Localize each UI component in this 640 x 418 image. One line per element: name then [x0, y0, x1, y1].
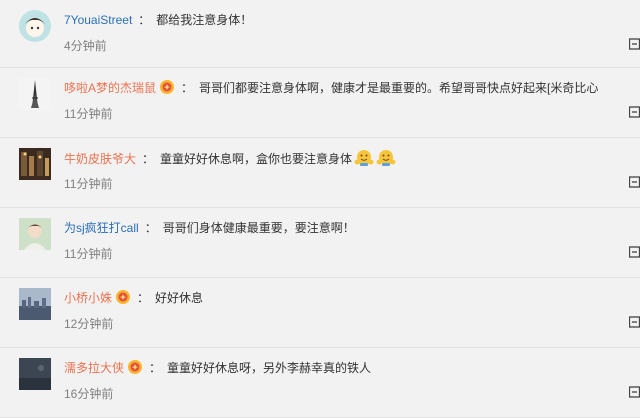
reply-icon[interactable] [629, 176, 640, 188]
comment-item: 哆啦A梦的杰瑞鼠 ： 哥哥们都要注意身体啊，健康才是最重要的。希望哥哥快点好起来[米… [0, 68, 640, 138]
comment-time: 4分钟前 [64, 39, 107, 53]
comment-text: 童童好好休息呀，另外李赫幸真的铁人 [167, 361, 372, 375]
avatar[interactable] [19, 10, 51, 42]
comment-username[interactable]: 7YouaiStreet [64, 13, 132, 27]
comment-username[interactable]: 哆啦A梦的杰瑞鼠 [64, 81, 156, 95]
comment-text: 哥哥们都要注意身体啊，健康才是最重要的。希望哥哥快点好起来[米奇比心 [199, 81, 599, 95]
comment-text: 哥哥们身体健康最重要，要注意啊！ [162, 221, 355, 235]
colon: ： [144, 221, 157, 235]
comment-item: 7YouaiStreet ： 都给我注意身体！ 4分钟前 [0, 0, 640, 68]
comment-time: 16分钟前 [64, 387, 114, 401]
comment-text: 童童好好休息啊，盒你也要注意身体 [160, 152, 353, 166]
comment-item: 小桥小姝 ： 好好休息 12分钟前 [0, 278, 640, 348]
comment-text: 都给我注意身体！ [156, 13, 253, 27]
comment-text: 好好休息 [155, 291, 204, 305]
avatar[interactable] [19, 358, 51, 390]
comment-item: 牛奶皮肤爷大 ： 童童好好休息啊，盒你也要注意身体 11分钟前 [0, 138, 640, 208]
medal-icon [116, 290, 131, 304]
reply-icon[interactable] [629, 106, 640, 118]
comment-item: 为sj疯狂打call ： 哥哥们身体健康最重要，要注意啊！ 11分钟前 [0, 208, 640, 278]
comment-time: 11分钟前 [64, 177, 113, 191]
comment-username[interactable]: 为sj疯狂打call [64, 221, 139, 235]
colon: ： [181, 81, 194, 95]
reply-icon[interactable] [629, 316, 640, 328]
reply-icon[interactable] [629, 38, 640, 50]
colon: ： [142, 152, 155, 166]
comment-time: 12分钟前 [64, 317, 114, 331]
medal-icon [160, 80, 175, 94]
avatar[interactable] [19, 78, 51, 110]
comment-username[interactable]: 濡多拉大侠 [64, 361, 124, 375]
reply-icon[interactable] [629, 246, 640, 258]
hug-emoji-icon [354, 150, 374, 166]
comment-username[interactable]: 牛奶皮肤爷大 [64, 152, 136, 166]
colon: ： [149, 361, 162, 375]
comment-list: 7YouaiStreet ： 都给我注意身体！ 4分钟前 哆啦A梦的杰瑞鼠 ： 哥哥们都… [0, 0, 640, 418]
comment-time: 11分钟前 [64, 107, 113, 121]
avatar[interactable] [19, 148, 51, 180]
avatar[interactable] [19, 218, 51, 250]
medal-icon [128, 360, 143, 374]
comment-item: 濡多拉大侠 ： 童童好好休息呀，另外李赫幸真的铁人 16分钟前 [0, 348, 640, 418]
comment-time: 11分钟前 [64, 247, 113, 261]
colon: ： [138, 13, 151, 27]
avatar[interactable] [19, 288, 51, 320]
hug-emoji-icon [376, 150, 396, 166]
colon: ： [137, 291, 150, 305]
comment-username[interactable]: 小桥小姝 [64, 291, 112, 305]
reply-icon[interactable] [629, 386, 640, 398]
